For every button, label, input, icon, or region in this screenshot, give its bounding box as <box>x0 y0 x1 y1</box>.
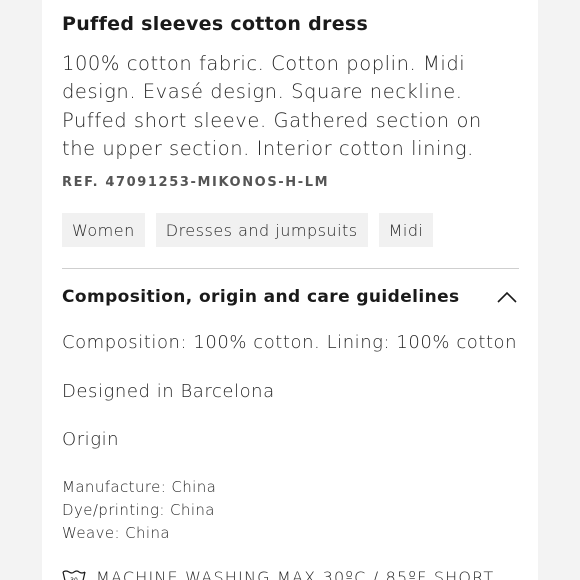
care-instruction-text: MACHINE WASHING MAX 30ºC / 85ºF SHORT <box>96 568 495 580</box>
chevron-up-icon[interactable] <box>497 291 517 303</box>
category-tags: Women Dresses and jumpsuits Midi <box>62 213 434 247</box>
tag-women[interactable]: Women <box>62 213 145 247</box>
origin-manufacture: Manufacture: China <box>62 478 217 496</box>
origin-weave: Weave: China <box>62 524 170 542</box>
wash-30-icon: 30 <box>62 569 86 580</box>
origin-dye-printing: Dye/printing: China <box>62 501 215 519</box>
designed-in-text: Designed in Barcelona <box>62 381 275 402</box>
product-title: Puffed sleeves cotton dress <box>62 13 369 35</box>
composition-section-toggle[interactable]: Composition, origin and care guidelines <box>62 287 519 311</box>
composition-section-title: Composition, origin and care guidelines <box>62 287 460 307</box>
tag-midi[interactable]: Midi <box>378 213 434 247</box>
product-reference: REF. 47091253-MIKONOS-H-LM <box>62 175 330 190</box>
care-instruction: 30 MACHINE WASHING MAX 30ºC / 85ºF SHORT <box>62 568 494 580</box>
wash-temperature-label: 30 <box>70 577 78 580</box>
divider <box>62 268 519 269</box>
product-details-panel: Puffed sleeves cotton dress 100% cotton … <box>42 0 538 580</box>
composition-text: Composition: 100% cotton. Lining: 100% c… <box>62 332 518 353</box>
product-description: 100% cotton fabric. Cotton poplin. Midi … <box>62 52 482 160</box>
tag-dresses-and-jumpsuits[interactable]: Dresses and jumpsuits <box>155 213 368 247</box>
origin-heading: Origin <box>62 429 120 450</box>
